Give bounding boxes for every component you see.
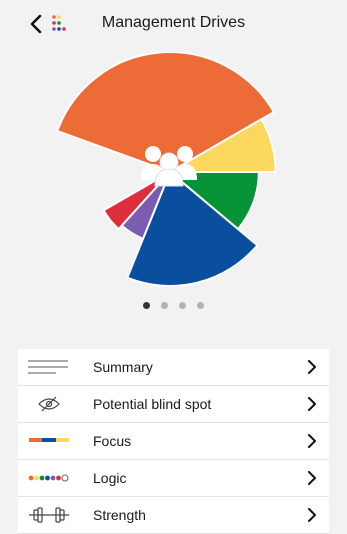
page-indicator[interactable] bbox=[0, 302, 347, 309]
dumbbell-icon bbox=[28, 497, 70, 533]
chevron-right-icon bbox=[308, 434, 316, 448]
drives-pie-chart bbox=[55, 52, 277, 287]
page-title: Management Drives bbox=[101, 14, 246, 31]
menu-item-summary[interactable]: Summary bbox=[18, 349, 329, 386]
menu-label: Focus bbox=[93, 433, 132, 449]
menu-list: Summary Potential blind spot Focus Logic… bbox=[18, 349, 329, 534]
page-dot-1[interactable] bbox=[143, 302, 150, 309]
chevron-right-icon bbox=[308, 360, 316, 374]
chevron-right-icon bbox=[308, 471, 316, 485]
menu-label: Summary bbox=[93, 359, 153, 375]
menu-item-potential-blind-spot[interactable]: Potential blind spot bbox=[18, 386, 329, 423]
menu-label: Logic bbox=[93, 470, 127, 486]
logic-dots-icon bbox=[28, 460, 70, 496]
chevron-right-icon bbox=[308, 397, 316, 411]
page-dot-4[interactable] bbox=[197, 302, 204, 309]
menu-item-focus[interactable]: Focus bbox=[18, 423, 329, 460]
page-dot-3[interactable] bbox=[179, 302, 186, 309]
focus-bar-icon bbox=[28, 423, 70, 459]
eye-slash-icon bbox=[28, 386, 70, 422]
menu-label: Strength bbox=[93, 507, 146, 523]
menu-item-strength[interactable]: Strength bbox=[18, 497, 329, 534]
menu-item-logic[interactable]: Logic bbox=[18, 460, 329, 497]
chevron-right-icon bbox=[308, 508, 316, 522]
menu-label: Potential blind spot bbox=[93, 396, 212, 412]
summary-lines-icon bbox=[28, 349, 70, 385]
header: Management Drives bbox=[0, 0, 347, 48]
page-dot-2[interactable] bbox=[161, 302, 168, 309]
